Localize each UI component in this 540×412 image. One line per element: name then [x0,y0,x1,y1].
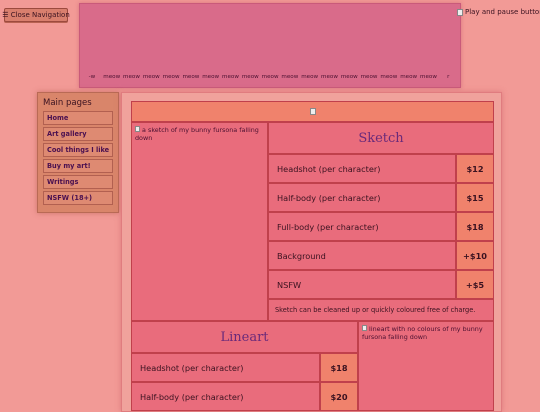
lineart-title: Lineart [131,321,358,353]
marquee-text: meow [301,74,319,80]
price-value: $15 [456,183,494,212]
marquee-text: meow [123,74,140,80]
price-value: +$10 [456,241,494,270]
marquee-text: meow [222,74,239,80]
price-value: $12 [456,154,494,183]
sidebar-item-home[interactable]: Home [43,111,113,125]
price-row-label: Full-body (per character) [268,212,456,241]
marquee-text: meow [420,74,437,80]
marquee-text: meow [360,74,378,80]
marquee-text: meow [380,74,398,80]
play-pause-button[interactable]: Play and pause button [457,8,540,16]
meow-marquee: -w meow meow meow meow meow meow meow me… [82,74,458,84]
sidebar-heading: Main pages [43,98,92,108]
sidebar-nav: Main pages Home Art gallery Cool things … [37,92,119,213]
price-row-label: Half-body (per character) [131,382,320,411]
marquee-text: meow [202,74,220,80]
broken-image-icon [362,325,367,331]
marquee-text: meow [281,74,299,80]
price-row-label: NSFW [268,270,456,299]
price-value: $20 [320,382,358,411]
marquee-text: r [447,74,450,80]
price-value: $18 [456,212,494,241]
lineart-image-alt: lineart with no colours of my bunny furs… [362,325,483,341]
price-row-label: Background [268,241,456,270]
sketch-image: a sketch of my bunny fursona falling dow… [131,122,268,321]
broken-image-icon [309,108,316,115]
price-row-label: Half-body (per character) [268,183,456,212]
close-navigation-button[interactable]: ☰ Close Navigation [2,8,70,22]
marquee-text: meow [103,74,121,80]
price-row-label: Headshot (per character) [131,353,320,382]
marquee-text: meow [241,74,259,80]
broken-image-icon [135,126,140,132]
sketch-title: Sketch [268,122,494,154]
price-value: +$5 [456,270,494,299]
marquee-text: meow [142,74,160,80]
marquee-text: meow [182,74,200,80]
marquee-text: meow [400,74,418,80]
main-content: a sketch of my bunny fursona falling dow… [121,92,502,412]
play-pause-alt-text: Play and pause button [465,8,540,16]
table-header-image [131,101,494,122]
marquee-text: meow [340,74,358,80]
sidebar-item-cool-things[interactable]: Cool things I like [43,143,113,157]
lineart-image: lineart with no colours of my bunny furs… [358,321,494,411]
marquee-text: meow [162,74,180,80]
marquee-text: meow [261,74,279,80]
marquee-text: meow [321,74,338,80]
price-row-label: Headshot (per character) [268,154,456,183]
sidebar-item-nsfw[interactable]: NSFW (18+) [43,191,113,205]
header-banner: -w meow meow meow meow meow meow meow me… [79,3,461,88]
sketch-note: Sketch can be cleaned up or quickly colo… [268,299,494,321]
sketch-image-alt: a sketch of my bunny fursona falling dow… [135,126,259,142]
marquee-text: -w [88,74,96,80]
sidebar-item-buy-my-art[interactable]: Buy my art! [43,159,113,173]
broken-image-icon [457,8,463,16]
price-value: $18 [320,353,358,382]
sidebar-item-writings[interactable]: Writings [43,175,113,189]
sidebar-item-art-gallery[interactable]: Art gallery [43,127,113,141]
